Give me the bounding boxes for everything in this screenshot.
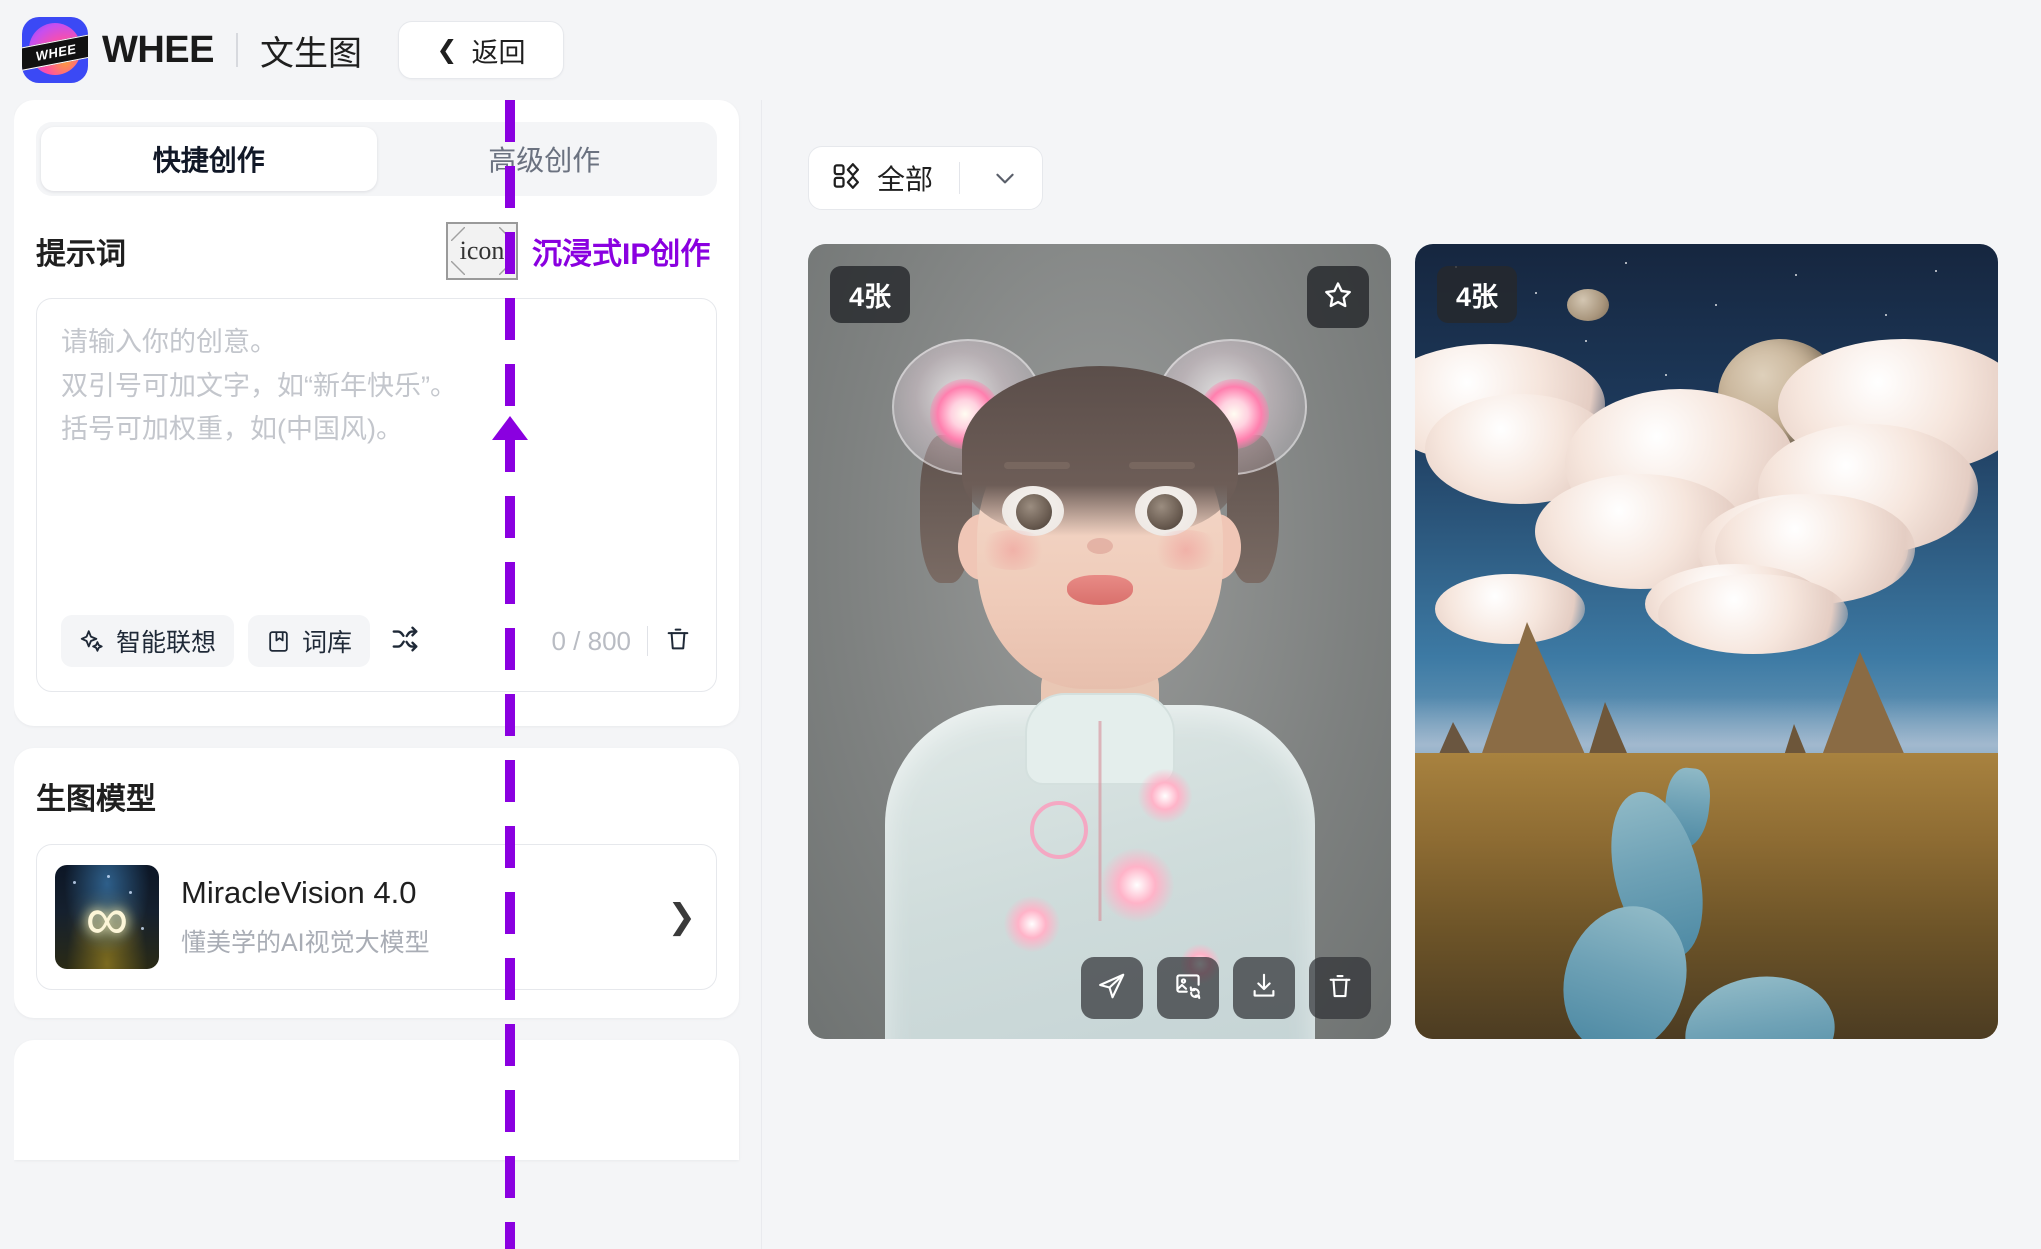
header-divider: [236, 33, 238, 67]
prompt-counter-group: 0 / 800: [551, 625, 692, 658]
prompt-label: 提示词: [36, 238, 126, 271]
back-button[interactable]: ❮ 返回: [398, 21, 564, 79]
delete-button[interactable]: [1309, 957, 1371, 1019]
chevron-down-icon[interactable]: [976, 165, 1034, 191]
tab-quick-create[interactable]: 快捷创作: [41, 127, 377, 191]
generated-artwork-doll-girl: [808, 244, 1391, 1039]
shuffle-button[interactable]: [384, 624, 426, 659]
prompt-header-row: 提示词 icon 沉浸式IP创作: [36, 222, 717, 280]
model-description: 懂美学的AI视觉大模型: [181, 929, 430, 957]
back-button-label: 返回: [471, 37, 526, 68]
app-header: WHEE WHEE 文生图 ❮ 返回: [0, 0, 2041, 100]
counter-divider: [647, 626, 648, 656]
send-button[interactable]: [1081, 957, 1143, 1019]
broken-image-placeholder-icon: icon: [446, 222, 518, 280]
image-count-badge: 4张: [830, 266, 911, 323]
creation-panel: 快捷创作 高级创作 提示词 icon 沉浸式IP创作 请输入你的创意。 双引号可…: [14, 100, 739, 726]
model-info: MiracleVision 4.0 懂美学的AI视觉大模型: [181, 875, 646, 959]
page-title: 文生图: [260, 34, 362, 73]
generated-artwork-fantasy-landscape: [1415, 244, 1998, 1039]
whee-logo-icon: WHEE: [22, 17, 88, 83]
filter-divider: [959, 162, 961, 194]
download-icon: [1249, 971, 1279, 1006]
download-button[interactable]: [1233, 957, 1295, 1019]
model-section-title: 生图模型: [36, 783, 156, 816]
clear-prompt-button[interactable]: [664, 625, 692, 658]
image-refresh-icon: [1173, 971, 1203, 1006]
character-counter: 0 / 800: [551, 625, 631, 656]
next-section-panel-partial: [14, 1040, 739, 1160]
star-icon: [1322, 279, 1354, 316]
prompt-placeholder-text: 请输入你的创意。 双引号可加文字，如“新年快乐”。 括号可加权重，如(中国风)。: [61, 327, 457, 445]
filter-label: 全部: [877, 164, 934, 195]
model-selector-card[interactable]: ∞ MiracleVision 4.0 懂美学的AI视觉大模型 ❯: [36, 844, 717, 990]
image-gallery: 4张 4张: [808, 244, 2023, 1039]
prompt-input-box[interactable]: 请输入你的创意。 双引号可加文字，如“新年快乐”。 括号可加权重，如(中国风)。…: [36, 298, 717, 692]
send-icon: [1097, 971, 1127, 1006]
left-sidebar: 快捷创作 高级创作 提示词 icon 沉浸式IP创作 请输入你的创意。 双引号可…: [14, 100, 762, 1249]
tab-advanced-create[interactable]: 高级创作: [377, 127, 713, 191]
prompt-toolbar: 智能联想 词库 0 / 800: [61, 599, 692, 691]
model-name: MiracleVision 4.0: [181, 875, 417, 910]
smart-association-label: 智能联想: [116, 629, 217, 657]
image-count-badge: 4张: [1437, 266, 1518, 323]
chevron-right-icon: ❯: [667, 898, 697, 936]
gallery-card[interactable]: 4张: [808, 244, 1391, 1039]
brand-name: WHEE: [102, 28, 215, 71]
results-area: 全部 4张 4张: [762, 100, 2023, 1249]
logo-ribbon-text: WHEE: [34, 41, 78, 64]
card-action-row: [1081, 957, 1371, 1019]
favorite-button[interactable]: [1307, 266, 1369, 328]
trash-icon: [664, 625, 692, 658]
shuffle-icon: [390, 624, 420, 659]
filter-bar: 全部: [808, 100, 2023, 210]
filter-dropdown[interactable]: 全部: [808, 146, 1044, 210]
immersive-ip-creation-link[interactable]: 沉浸式IP创作: [532, 229, 710, 273]
model-thumbnail: ∞: [55, 865, 159, 969]
lexicon-label: 词库: [302, 629, 353, 657]
gallery-card[interactable]: 4张: [1415, 244, 1998, 1039]
sparkle-icon: [79, 628, 105, 654]
lexicon-button[interactable]: 词库: [248, 615, 371, 667]
creation-mode-tabs: 快捷创作 高级创作: [36, 122, 717, 196]
infinity-glyph: ∞: [85, 885, 129, 953]
model-panel: 生图模型 ∞ MiracleVision 4.0 懂美学的AI视觉大模型 ❯: [14, 748, 739, 1018]
trash-icon: [1325, 971, 1355, 1006]
regenerate-button[interactable]: [1157, 957, 1219, 1019]
chevron-left-icon: ❮: [436, 35, 458, 64]
placeholder-alt-text: icon: [459, 236, 505, 265]
smart-association-button[interactable]: 智能联想: [61, 615, 235, 667]
book-icon: [266, 629, 291, 654]
main-layout: 快捷创作 高级创作 提示词 icon 沉浸式IP创作 请输入你的创意。 双引号可…: [0, 100, 2041, 1249]
grid-icon: [831, 161, 861, 196]
